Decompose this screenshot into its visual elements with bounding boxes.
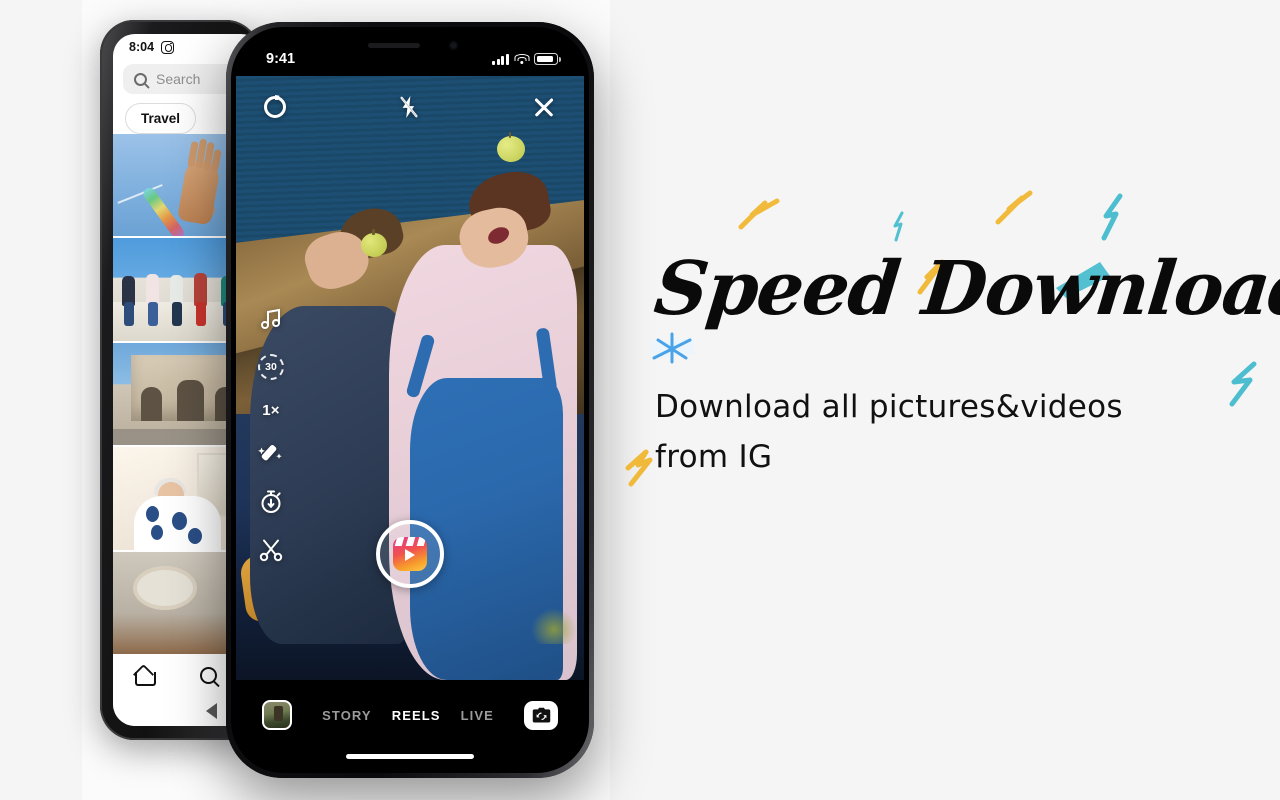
settings-gear-icon[interactable] [264, 96, 286, 118]
front-phone-screen: 9:41 30 1× STORY REELS LIVE [236, 32, 584, 768]
search-placeholder: Search [156, 71, 201, 87]
front-status-time: 9:41 [266, 51, 296, 67]
grass-patch [531, 607, 578, 644]
tab-story[interactable]: STORY [322, 708, 372, 723]
tab-reels[interactable]: REELS [392, 708, 441, 723]
reels-shutter-button[interactable] [376, 520, 444, 588]
camera-top-controls [236, 76, 584, 138]
trim-scissors-icon[interactable] [258, 537, 284, 563]
gallery-thumbnail[interactable] [262, 700, 292, 730]
effects-wand-icon[interactable] [258, 441, 284, 467]
subtitle-line-2: from IG [655, 439, 773, 476]
wifi-icon [514, 53, 529, 65]
battery-icon [534, 53, 561, 65]
camera-flip-icon[interactable] [524, 700, 558, 730]
display-notch [334, 32, 486, 60]
chip-travel[interactable]: Travel [125, 103, 197, 134]
background-panel-left [0, 0, 82, 800]
page-subtitle: Download all pictures&videos from IG [655, 382, 1215, 482]
torso-shape [134, 496, 221, 550]
tab-live[interactable]: LIVE [461, 708, 494, 723]
plate-shape [137, 570, 193, 607]
front-phone-device: 9:41 30 1× STORY REELS LIVE [226, 22, 594, 778]
duration-dial-icon[interactable]: 30 [258, 354, 284, 380]
search-icon [134, 72, 147, 86]
screenshot-root: 8:04 Search Travel 9:41 30 1× STORY REEL… [0, 0, 1280, 800]
back-status-time: 8:04 [129, 40, 155, 54]
search-icon[interactable] [200, 666, 217, 684]
back-triangle-icon[interactable] [205, 703, 217, 719]
hand-shape [176, 138, 222, 226]
home-icon[interactable] [135, 667, 156, 686]
home-indicator [346, 754, 474, 759]
earpiece-speaker [368, 43, 420, 48]
camera-mode-tabs: STORY REELS LIVE [322, 708, 494, 723]
subtitle-line-1: Download all pictures&videos [655, 389, 1123, 425]
reels-clapper-icon [393, 537, 427, 571]
instagram-icon [161, 40, 175, 54]
music-note-icon[interactable] [258, 306, 284, 332]
flash-off-icon[interactable] [398, 94, 420, 120]
close-icon[interactable] [532, 95, 556, 119]
duration-value: 30 [265, 361, 277, 373]
cellular-signal-icon [492, 53, 509, 65]
camera-viewfinder[interactable]: 30 1× [236, 76, 584, 680]
status-indicators [492, 53, 561, 65]
front-camera-lens [449, 41, 458, 50]
timer-icon[interactable] [258, 489, 284, 515]
camera-tool-rail: 30 1× [258, 306, 284, 563]
speed-label[interactable]: 1× [262, 402, 280, 419]
page-title: Speed Download [650, 246, 1280, 332]
